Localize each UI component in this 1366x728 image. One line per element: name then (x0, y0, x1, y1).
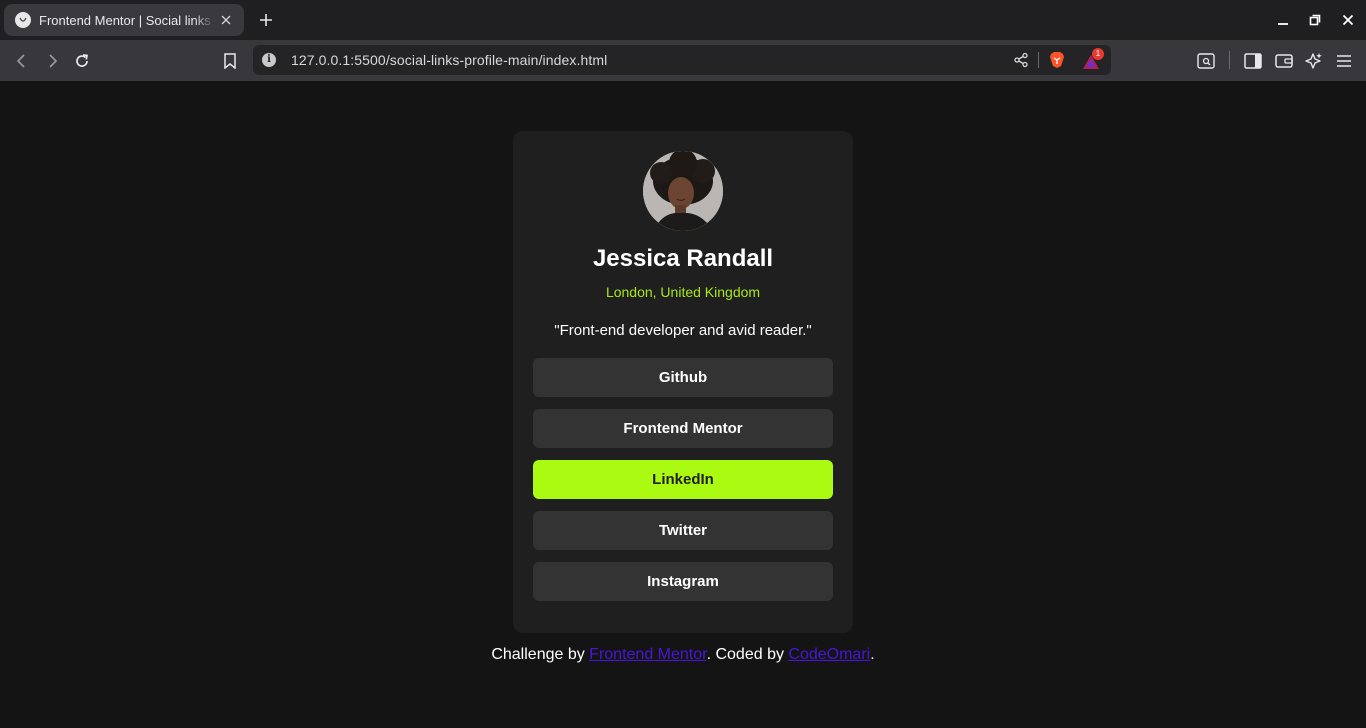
back-icon[interactable] (11, 50, 33, 72)
address-divider (1038, 52, 1039, 68)
brave-shields-icon[interactable] (1048, 51, 1066, 69)
twitter-link-button[interactable]: Twitter (533, 511, 833, 550)
reader-mode-icon[interactable] (1195, 50, 1217, 72)
sidebar-icon[interactable] (1242, 50, 1264, 72)
codeomari-link[interactable]: CodeOmari (788, 646, 870, 663)
menu-icon[interactable] (1333, 50, 1355, 72)
notification-badge: 1 (1092, 48, 1104, 60)
frontend-mentor-link[interactable]: Frontend Mentor (589, 646, 706, 663)
url-text[interactable]: 127.0.0.1:5500/social-links-profile-main… (291, 52, 607, 68)
new-tab-icon[interactable] (256, 10, 276, 30)
brave-rewards-icon[interactable]: 1 (1082, 48, 1104, 71)
profile-card: Jessica Randall London, United Kingdom "… (513, 131, 853, 633)
restore-window-icon[interactable] (1305, 10, 1325, 30)
browser-tab[interactable]: Frontend Mentor | Social links profile (4, 4, 244, 36)
share-icon[interactable] (1013, 52, 1029, 68)
tab-title: Frontend Mentor | Social links profile (39, 12, 215, 28)
site-info-icon[interactable]: i (262, 53, 276, 67)
attribution-prefix: Challenge by (491, 646, 590, 663)
profile-bio: "Front-end developer and avid reader." (554, 322, 812, 339)
github-link-button[interactable]: Github (533, 358, 833, 397)
attribution: Challenge by Frontend Mentor. Coded by C… (0, 646, 1366, 664)
minimize-window-icon[interactable] (1273, 10, 1293, 30)
forward-icon[interactable] (41, 50, 63, 72)
reload-icon[interactable] (71, 50, 93, 72)
frontend-mentor-link-button[interactable]: Frontend Mentor (533, 409, 833, 448)
bookmark-icon[interactable] (219, 50, 241, 72)
toolbar-divider (1229, 51, 1230, 69)
leo-ai-icon[interactable] (1303, 50, 1325, 72)
attribution-middle: . Coded by (706, 646, 789, 663)
profile-location: London, United Kingdom (605, 284, 761, 300)
instagram-link-button[interactable]: Instagram (533, 562, 833, 601)
avatar (643, 151, 723, 231)
profile-name: Jessica Randall (592, 245, 774, 272)
address-bar[interactable]: i 127.0.0.1:5500/social-links-profile-ma… (253, 45, 1111, 75)
close-tab-icon[interactable] (218, 12, 234, 28)
close-window-icon[interactable] (1338, 10, 1358, 30)
attribution-suffix: . (870, 646, 875, 663)
browser-tab-strip: Frontend Mentor | Social links profile (0, 0, 1366, 40)
wallet-icon[interactable] (1273, 50, 1295, 72)
page-favicon-icon (15, 12, 31, 28)
linkedin-link-button[interactable]: LinkedIn (533, 460, 833, 499)
